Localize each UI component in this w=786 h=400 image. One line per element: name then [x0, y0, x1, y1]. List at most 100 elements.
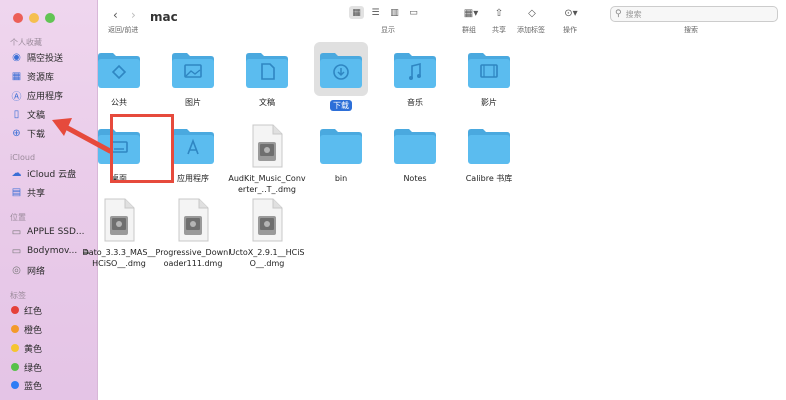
disk-image-icon: [243, 196, 291, 244]
sidebar-item-tag-green[interactable]: 绿色: [11, 358, 42, 376]
zoom-button[interactable]: [45, 13, 55, 23]
shared-folder-icon: ▤: [11, 186, 22, 198]
folder-item[interactable]: 影片: [450, 46, 528, 108]
file-name-label: 影片: [481, 98, 497, 107]
folder-icon: [95, 46, 143, 94]
sidebar-item-bodymovin[interactable]: ▭ Bodymov... ⏏: [11, 242, 90, 260]
sidebar-item-label: 橙色: [24, 325, 43, 336]
column-view-icon[interactable]: ▥: [387, 6, 402, 19]
sidebar-item-tag-blue[interactable]: 蓝色: [11, 376, 42, 394]
sidebar-section-locations: 位置: [10, 213, 26, 222]
file-name-label: UctoX_2.9.1__HCiSO__.dmg: [229, 248, 305, 268]
file-name-label: AudKit_Music_Converter_..T_.dmg: [228, 174, 306, 194]
file-name-label: 音乐: [407, 98, 423, 107]
file-name-label: Notes: [403, 174, 427, 183]
sidebar-item-label: 共享: [27, 188, 46, 199]
annotation-arrow: [52, 118, 113, 154]
disk-image-icon: [243, 122, 291, 170]
sidebar-item-apple-ssd[interactable]: ▭ APPLE SSD...: [11, 223, 85, 241]
sidebar-item-icloud-drive[interactable]: ☁ iCloud 云盘: [11, 164, 77, 182]
folder-item[interactable]: 公共: [80, 46, 158, 108]
folder-item[interactable]: 文稿: [228, 46, 306, 108]
sidebar-item-label: 绿色: [24, 363, 43, 374]
sidebar-item-label: APPLE SSD...: [27, 227, 85, 237]
annotation-highlight-box: [110, 114, 174, 183]
dmg-file-item[interactable]: AudKit_Music_Converter_..T_.dmg: [228, 122, 306, 195]
search-icon: ⚲: [615, 9, 622, 19]
sidebar-item-applications[interactable]: Ⓐ 应用程序: [11, 86, 64, 104]
folder-item[interactable]: 音乐: [376, 46, 454, 108]
forward-icon[interactable]: ›: [131, 8, 136, 22]
dmg-file-item[interactable]: Dato_3.3.3_MAS__HCiSO__.dmg: [80, 196, 158, 269]
disk-icon: ▭: [11, 245, 22, 257]
tag-red-dot-icon: [11, 306, 19, 314]
sidebar-item-shared[interactable]: ▤ 共享: [11, 183, 45, 201]
file-name-label: Calibre 书库: [465, 174, 513, 183]
sidebar-item-label: 隔空投送: [27, 53, 64, 64]
sidebar-item-label: 蓝色: [24, 381, 43, 392]
sidebar-item-label: 资源库: [27, 72, 55, 83]
network-icon: ◎: [12, 264, 21, 276]
tag-orange-dot-icon: [11, 325, 19, 333]
action-button[interactable]: ⊙▾: [559, 6, 583, 20]
file-name-label: Dato_3.3.3_MAS__HCiSO__.dmg: [82, 248, 156, 268]
folder-icon: [465, 46, 513, 94]
icon-view-icon[interactable]: ▦: [349, 6, 364, 19]
back-icon[interactable]: ‹: [113, 8, 118, 22]
sidebar-item-label: 文稿: [27, 110, 46, 121]
airdrop-icon: ◉: [12, 51, 21, 63]
tag-icon[interactable]: ◇: [525, 6, 539, 20]
folder-icon: [169, 46, 217, 94]
applications-icon: Ⓐ: [11, 91, 22, 103]
file-name-label: 图片: [185, 98, 201, 107]
sidebar-item-tag-orange[interactable]: 橙色: [11, 320, 42, 338]
folder-item[interactable]: Notes: [376, 122, 454, 184]
sidebar-section-tags: 标签: [10, 291, 26, 300]
sidebar-item-network[interactable]: ◎ 网络: [11, 261, 45, 279]
gallery-view-icon[interactable]: ▭: [406, 6, 421, 19]
cloud-icon: ☁: [11, 167, 22, 179]
dmg-file-item[interactable]: Progressive_Downloader111.dmg: [154, 196, 232, 269]
file-name-label: Progressive_Downloader111.dmg: [155, 248, 231, 268]
disk-icon: ▭: [11, 226, 22, 238]
folder-icon: [169, 122, 217, 170]
sidebar-item-label: 黄色: [24, 344, 43, 355]
list-view-icon[interactable]: ☰: [368, 6, 383, 19]
download-icon: ⊕: [12, 127, 21, 139]
sidebar-item-airdrop[interactable]: ◉ 隔空投送: [11, 48, 63, 66]
folder-item[interactable]: 下载: [302, 42, 380, 111]
group-label: 群组: [462, 26, 476, 34]
tag-green-dot-icon: [11, 363, 19, 371]
sidebar-section-favorites: 个人收藏: [10, 38, 42, 47]
sidebar-item-documents[interactable]: ▯ 文稿: [11, 105, 45, 123]
view-label: 显示: [381, 26, 395, 34]
sidebar-item-tag-red[interactable]: 红色: [11, 301, 42, 319]
sidebar-item-label: 红色: [24, 306, 43, 317]
folder-item[interactable]: 图片: [154, 46, 232, 108]
folder-icon: [243, 46, 291, 94]
minimize-button[interactable]: [29, 13, 39, 23]
close-button[interactable]: [13, 13, 23, 23]
dmg-file-item[interactable]: UctoX_2.9.1__HCiSO__.dmg: [228, 196, 306, 269]
search-input[interactable]: ⚲ 搜索: [610, 6, 778, 22]
sidebar-item-downloads[interactable]: ⊕ 下载: [11, 124, 45, 142]
disk-image-icon: [169, 196, 217, 244]
view-mode-control: ▦ ☰ ▥ ▭: [349, 6, 421, 19]
sidebar-item-library[interactable]: ▦ 资源库: [11, 67, 54, 85]
search-label: 搜索: [684, 26, 698, 34]
file-name-label: 公共: [111, 98, 127, 107]
folder-item[interactable]: Calibre 书库: [450, 122, 528, 184]
sidebar-item-tag-yellow[interactable]: 黄色: [11, 339, 42, 357]
sidebar-item-label: 网络: [27, 266, 46, 277]
folder-icon: [317, 122, 365, 170]
sidebar-item-label: 应用程序: [27, 91, 64, 102]
folder-item[interactable]: bin: [302, 122, 380, 184]
folder-icon: [465, 122, 513, 170]
sidebar-item-label: 下载: [27, 129, 46, 140]
sidebar-item-label: iCloud 云盘: [27, 169, 77, 180]
file-name-label: bin: [334, 174, 348, 183]
action-label: 操作: [563, 26, 577, 34]
group-button[interactable]: ▦▾: [460, 6, 482, 20]
share-icon[interactable]: ⇧: [492, 6, 506, 20]
folder-icon: [391, 46, 439, 94]
